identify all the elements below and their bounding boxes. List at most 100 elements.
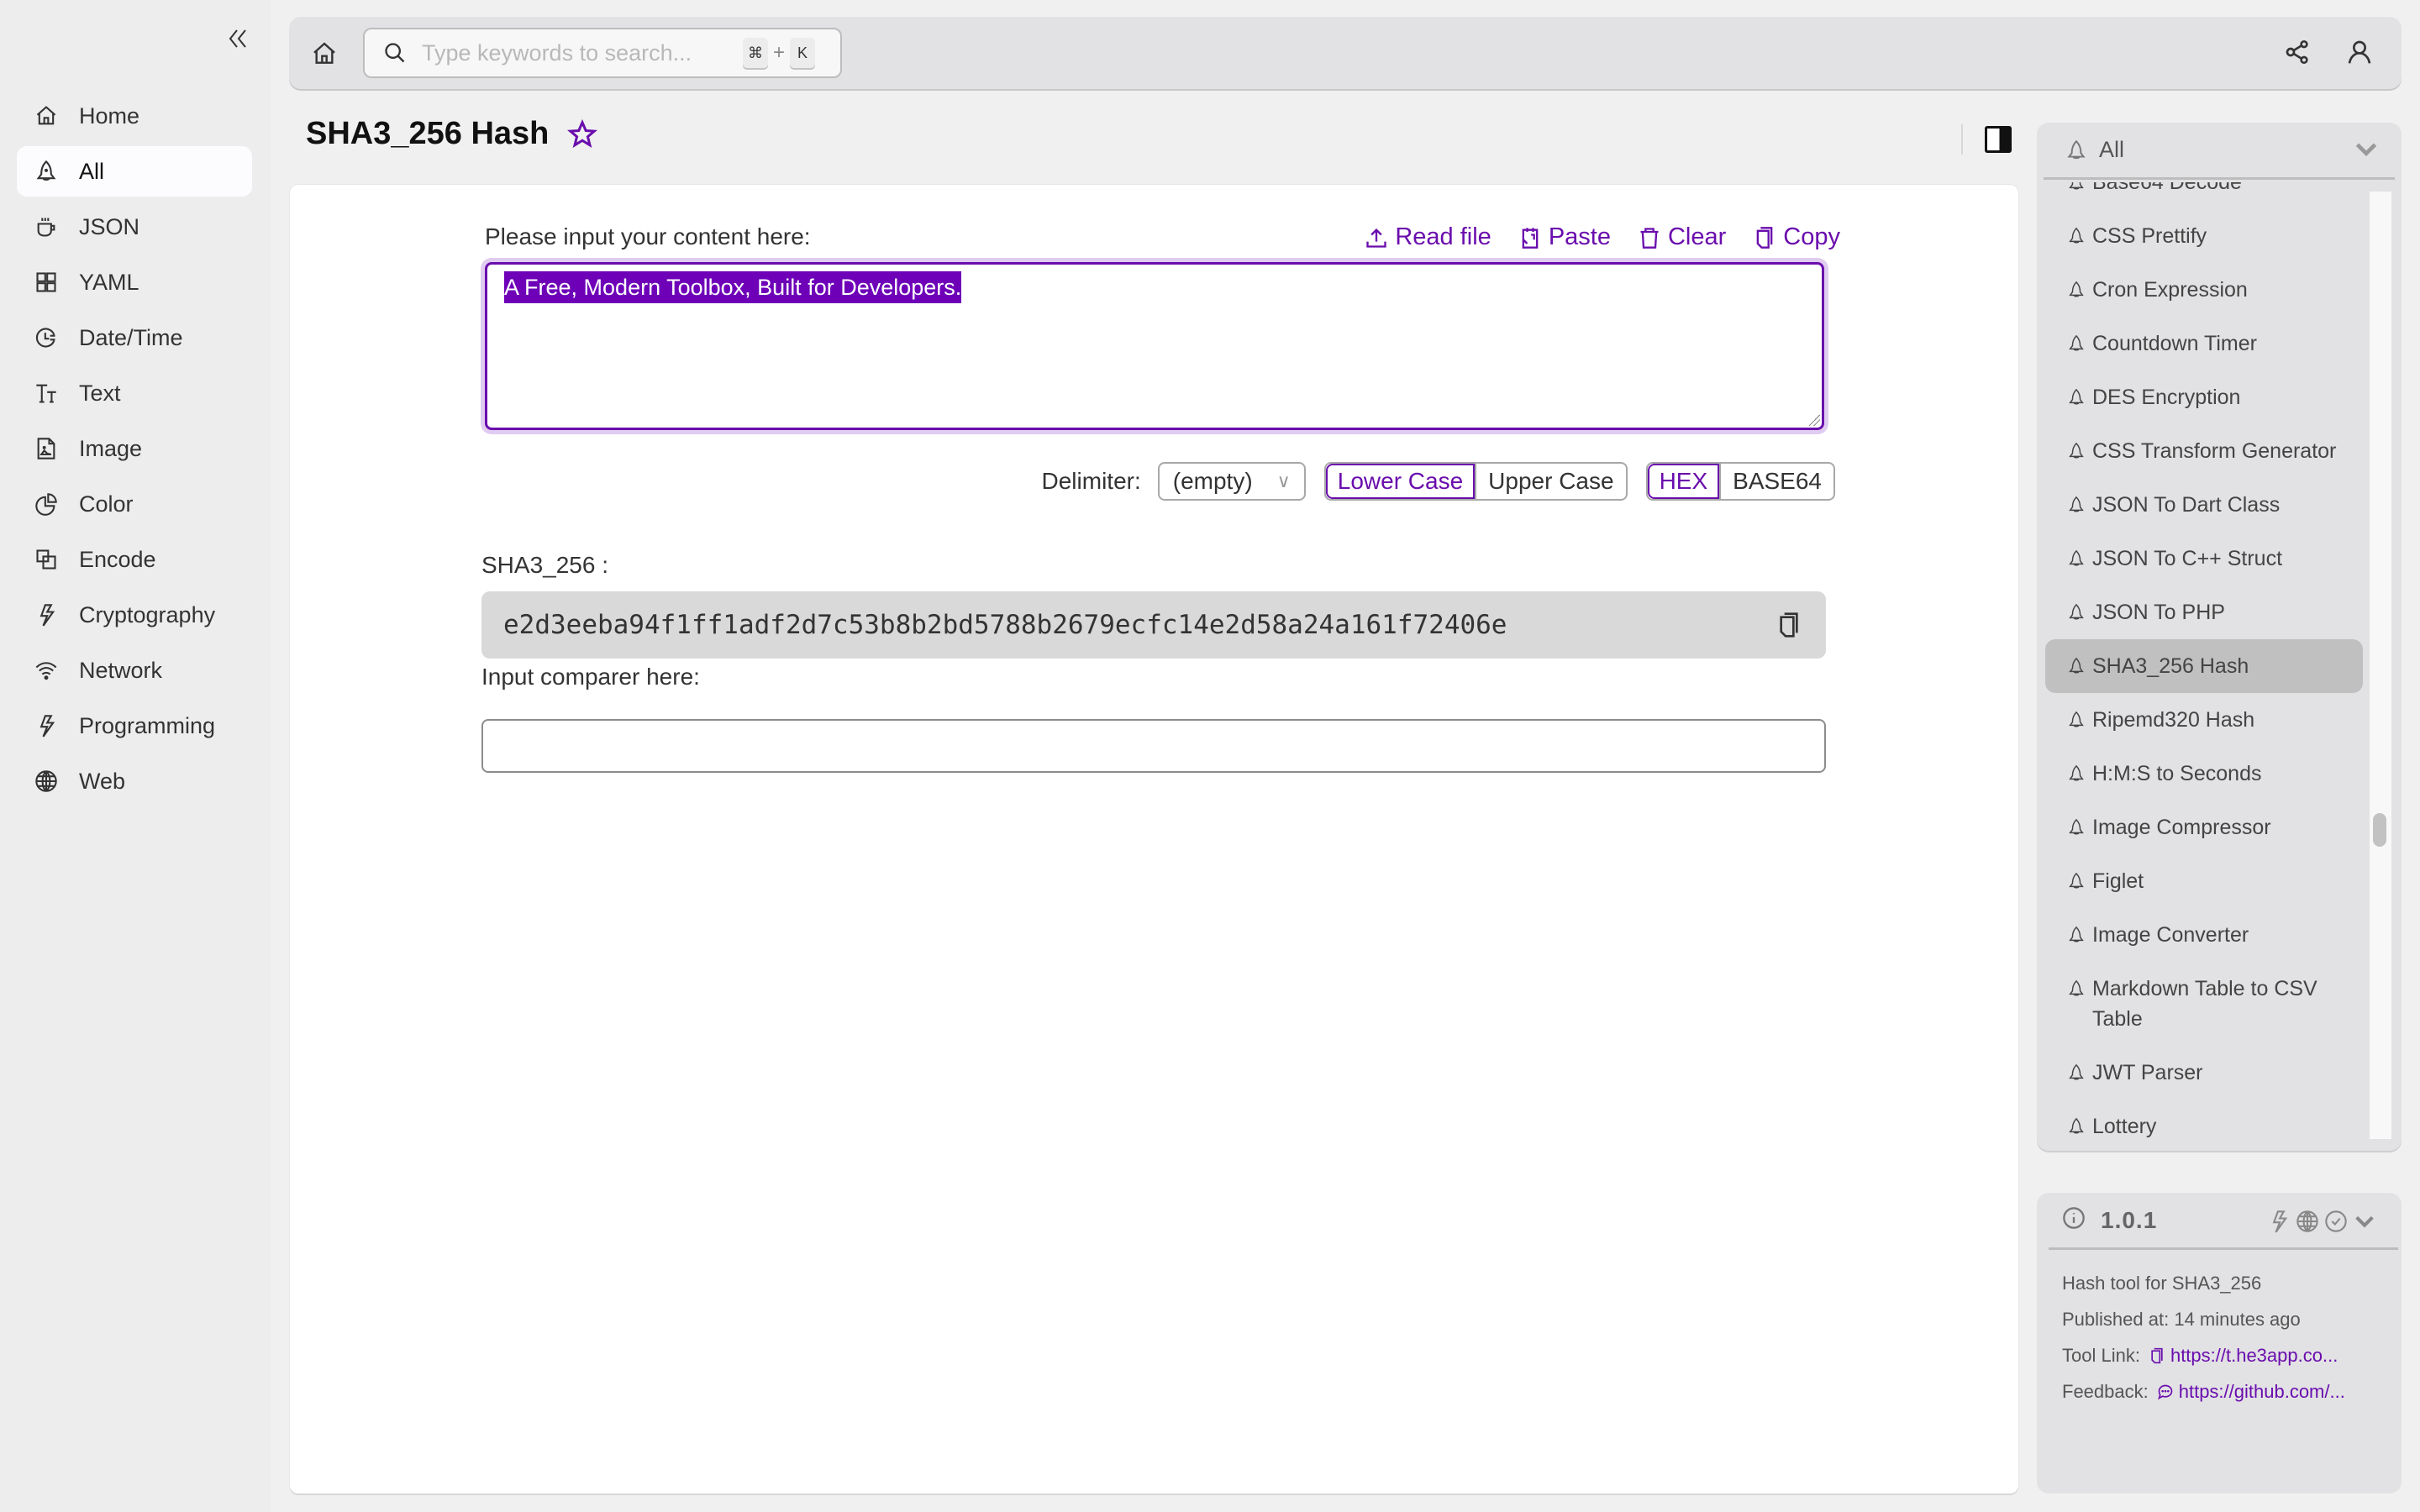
hex-option[interactable]: HEX <box>1648 464 1720 499</box>
paste-label: Paste <box>1548 223 1611 250</box>
tool-list-item[interactable]: Ripemd320 Hash <box>2045 693 2363 747</box>
sidebar-item-programming[interactable]: Programming <box>17 701 252 751</box>
rocket-icon <box>2069 1063 2084 1080</box>
tool-link-label: Tool Link: <box>2062 1345 2140 1366</box>
sidebar-item-cryptography[interactable]: Cryptography <box>17 590 252 640</box>
tool-list-item[interactable]: JSON To C++ Struct <box>2045 532 2363 585</box>
chevron-down-icon[interactable] <box>2353 1210 2376 1233</box>
favorite-button[interactable] <box>567 118 598 150</box>
toggle-right-panel-button[interactable] <box>1985 126 2013 155</box>
search-box[interactable]: ⌘ + K <box>363 28 842 78</box>
tool-list-item[interactable]: Countdown Timer <box>2045 317 2363 370</box>
sidebar-item-label: Encode <box>79 546 156 572</box>
sidebar-item-encode[interactable]: Encode <box>17 534 252 585</box>
tool-list-item[interactable]: JWT Parser <box>2045 1046 2363 1100</box>
rocket-icon <box>2069 979 2084 996</box>
tool-list-item[interactable]: Figlet <box>2045 854 2363 908</box>
tool-list-item-label: CSS Transform Generator <box>2092 439 2337 463</box>
sidebar-item-text[interactable]: Text <box>17 368 252 418</box>
sidebar-item-yaml[interactable]: YAML <box>17 257 252 307</box>
sidebar-item-datetime[interactable]: Date/Time <box>17 312 252 363</box>
resize-handle[interactable] <box>1808 414 1820 426</box>
tool-list-item-label: Ripemd320 Hash <box>2092 708 2255 732</box>
rocket-icon <box>2069 657 2084 674</box>
tool-list-item-label: SHA3_256 Hash <box>2092 654 2249 678</box>
tool-list-item-active[interactable]: SHA3_256 Hash <box>2045 639 2363 693</box>
tool-list-item-label: Markdown Table to CSV Table <box>2092 977 2317 1031</box>
tool-list-item[interactable]: Image Compressor <box>2045 801 2363 854</box>
sidebar-item-all[interactable]: All <box>17 146 252 197</box>
read-file-button[interactable]: Read file <box>1365 223 1491 251</box>
clear-button[interactable]: Clear <box>1638 223 1726 251</box>
rocket-icon <box>2069 496 2084 512</box>
sidebar-item-label: Home <box>79 102 140 129</box>
tool-info-badges <box>2267 1210 2376 1233</box>
tool-list-item[interactable]: CSS Transform Generator <box>2045 424 2363 478</box>
tool-list-item[interactable]: JSON To Dart Class <box>2045 478 2363 532</box>
read-file-label: Read file <box>1395 223 1491 250</box>
tool-description: Hash tool for SHA3_256 <box>2062 1273 2262 1294</box>
category-filter-dropdown[interactable]: All <box>2044 123 2395 180</box>
tool-list-item[interactable]: Image Converter <box>2045 908 2363 962</box>
topbar-actions <box>2281 35 2376 69</box>
feedback-link[interactable]: https://github.com/... <box>2157 1373 2345 1410</box>
home-button[interactable] <box>308 37 341 71</box>
comparer-input[interactable] <box>481 719 1826 773</box>
tool-list-item[interactable]: Cron Expression <box>2045 263 2363 317</box>
tool-link[interactable]: https://t.he3app.co... <box>2149 1337 2338 1373</box>
copy-result-button[interactable] <box>1776 610 1804 640</box>
tool-list-item[interactable]: H:M:S to Seconds <box>2045 747 2363 801</box>
check-circle-icon <box>2324 1210 2348 1233</box>
sidebar-item-home[interactable]: Home <box>17 91 252 141</box>
upper-case-option[interactable]: Upper Case <box>1475 464 1625 499</box>
result-label: SHA3_256 : <box>481 552 608 578</box>
delimiter-label: Delimiter: <box>1041 468 1141 494</box>
tool-list-scrollbar[interactable] <box>2370 192 2391 1139</box>
tool-list-item-label: Figlet <box>2092 869 2144 893</box>
tool-list-item[interactable]: Base64 Decode <box>2045 182 2363 209</box>
clipboard-icon <box>1522 227 1539 249</box>
tool-list-item-label: Countdown Timer <box>2092 332 2257 355</box>
sidebar-item-label: Image <box>79 435 143 461</box>
rocket-icon <box>2069 872 2084 889</box>
page-title: SHA3_256 Hash <box>306 116 550 151</box>
rocket-icon <box>2069 926 2084 942</box>
sidebar-item-color[interactable]: Color <box>17 479 252 529</box>
sidebar-item-image[interactable]: Image <box>17 423 252 474</box>
chevron-down-icon: ∨ <box>1276 470 1291 491</box>
collapse-sidebar-button[interactable] <box>225 24 250 54</box>
tool-version: 1.0.1 <box>2101 1206 2158 1233</box>
content-input[interactable]: A Free, Modern Toolbox, Built for Develo… <box>485 262 1824 430</box>
tool-list-item[interactable]: Markdown Table to CSV Table <box>2045 962 2363 1046</box>
paste-button[interactable]: Paste <box>1518 223 1611 251</box>
tool-info-header[interactable]: 1.0.1 <box>2049 1193 2398 1250</box>
sidebar-item-json[interactable]: JSON <box>17 202 252 252</box>
wifi-icon <box>34 658 59 683</box>
tool-list-item[interactable]: DES Encryption <box>2045 370 2363 424</box>
text-size-icon <box>34 381 59 406</box>
sidebar-right-icon <box>1985 126 2012 153</box>
scrollbar-thumb[interactable] <box>2373 813 2386 847</box>
tool-list-item[interactable]: JSON To PHP <box>2045 585 2363 639</box>
tool-list-item-label: Image Compressor <box>2092 816 2271 839</box>
rocket-icon <box>2069 603 2084 620</box>
tool-list-item-label: DES Encryption <box>2092 386 2241 409</box>
sidebar-item-web[interactable]: Web <box>17 756 252 806</box>
tool-list-item[interactable]: CSS Prettify <box>2045 209 2363 263</box>
title-row: SHA3_256 Hash <box>306 116 598 152</box>
delimiter-select[interactable]: (empty) ∨ <box>1157 462 1306 501</box>
category-filter-label: All <box>2099 137 2125 162</box>
rocket-icon <box>2069 227 2084 244</box>
tool-info-panel: 1.0.1 Hash tool for SHA3_256 Published a… <box>2037 1193 2402 1494</box>
tool-list-item[interactable]: Lottery <box>2045 1100 2363 1148</box>
sidebar-item-label: Programming <box>79 712 216 738</box>
lower-case-option[interactable]: Lower Case <box>1326 464 1475 499</box>
sidebar-item-network[interactable]: Network <box>17 645 252 696</box>
star-icon <box>567 118 598 148</box>
sidebar-item-label: Network <box>79 657 163 683</box>
search-input[interactable] <box>422 39 741 66</box>
share-button[interactable] <box>2281 35 2314 69</box>
copy-button[interactable]: Copy <box>1753 223 1840 251</box>
user-button[interactable] <box>2343 35 2376 69</box>
base64-option[interactable]: BASE64 <box>1719 464 1833 499</box>
